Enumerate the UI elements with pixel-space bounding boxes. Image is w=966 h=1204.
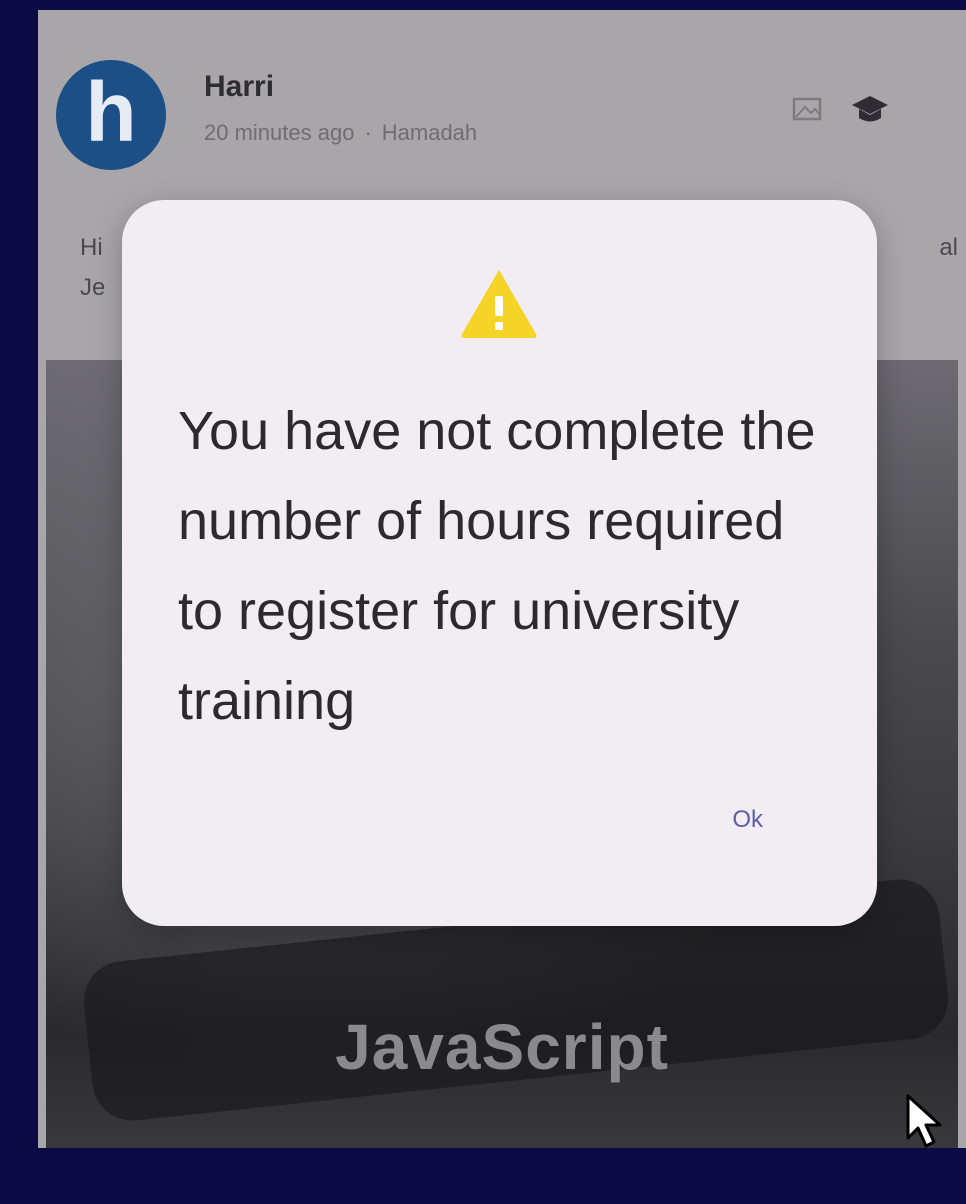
avatar[interactable]: h bbox=[56, 60, 166, 170]
dialog-message: You have not complete the number of hour… bbox=[178, 401, 816, 731]
mouse-cursor-icon bbox=[904, 1094, 954, 1148]
graduation-cap-icon[interactable] bbox=[850, 90, 890, 130]
warning-icon bbox=[458, 266, 540, 340]
post-header: h Harri 20 minutes ago · Hamadah bbox=[38, 10, 966, 200]
alert-dialog: You have not complete the number of hour… bbox=[122, 200, 877, 926]
post-meta: 20 minutes ago · Hamadah bbox=[204, 120, 478, 145]
post-time: 20 minutes ago bbox=[204, 120, 355, 145]
post-author[interactable]: Harri bbox=[204, 70, 274, 104]
flag-icon[interactable] bbox=[788, 90, 828, 130]
media-title: JavaScript bbox=[335, 1011, 669, 1083]
post-location: Hamadah bbox=[381, 120, 478, 145]
ok-button[interactable]: Ok bbox=[724, 800, 771, 840]
post-text-right: al bbox=[939, 234, 958, 261]
avatar-letter: h bbox=[85, 65, 137, 159]
